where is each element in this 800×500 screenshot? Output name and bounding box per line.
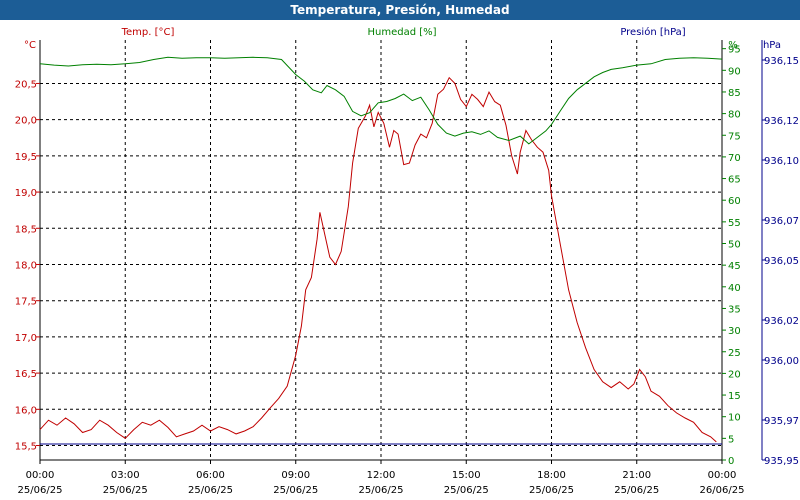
humidity-tick-label: 5 [728,434,734,445]
humidity-axis: 95908580757065605550454035302520151050 [722,45,741,467]
temp-tick-label: 20,5 [15,79,37,90]
humidity-tick-label: 30 [728,326,741,337]
temp-tick-label: 18,0 [15,260,37,271]
humidity-tick-label: 85 [728,88,741,99]
x-tick-time: 15:00 [452,470,481,481]
x-tick-time: 18:00 [537,470,566,481]
humidity-tick-label: 45 [728,261,741,272]
temp-tick-label: 16,0 [15,405,37,416]
temp-tick-label: 16,5 [15,369,37,380]
x-tick-time: 12:00 [367,470,396,481]
humidity-tick-label: 65 [728,175,741,186]
temp-tick-label: 18,5 [15,224,37,235]
humidity-tick-label: 20 [728,369,741,380]
x-tick-time: 03:00 [111,470,140,481]
legend-pressure: Presión [hPa] [620,26,685,38]
pressure-tick-label: 936,02 [764,316,799,327]
humidity-tick-label: 10 [728,413,741,424]
x-tick-date: 25/06/25 [103,485,148,496]
temp-tick-label: 19,5 [15,152,37,163]
pressure-tick-label: 936,12 [764,116,799,127]
x-tick-date: 26/06/25 [700,485,745,496]
x-tick-date: 25/06/25 [273,485,318,496]
temp-unit-label: °C [24,40,36,51]
temp-tick-label: 15,5 [15,442,37,453]
pressure-tick-label: 936,15 [764,56,799,67]
x-tick-time: 06:00 [196,470,225,481]
grid [40,40,722,460]
legend-temp: Temp. [°C] [121,27,175,38]
temp-tick-label: 19,0 [15,188,37,199]
x-tick-date: 25/06/25 [18,485,63,496]
temperature-line [39,76,717,443]
pressure-tick-label: 935,95 [764,456,799,467]
humidity-tick-label: 70 [728,153,741,164]
x-tick-time: 21:00 [622,470,651,481]
humidity-tick-label: 15 [728,391,741,402]
temp-tick-label: 17,0 [15,333,37,344]
pressure-axis: 936,15 936,12 936,10 936,07 936,05 936,02 936,… [762,56,799,467]
pressure-tick-label: 936,10 [764,156,799,167]
x-tick-time: 00:00 [26,470,55,481]
x-axis: 00:00 25/06/25 03:00 25/06/25 06:00 25/06/25 0… [18,460,745,496]
x-tick-time: 00:00 [708,470,737,481]
humidity-tick-label: 25 [728,348,741,359]
humidity-tick-label: 50 [728,240,741,251]
humidity-unit-label: % [728,40,738,51]
x-tick-date: 25/06/25 [614,485,659,496]
humidity-tick-label: 90 [728,66,741,77]
weather-chart: 20,5 20,0 19,5 19,0 18,5 18,0 17,5 17,0 16,5 16,0… [15,26,799,496]
pressure-tick-label: 936,05 [764,256,799,267]
window-title: Temperatura, Presión, Humedad [0,0,800,20]
temp-tick-label: 20,0 [15,116,37,127]
humidity-tick-label: 40 [728,283,741,294]
humidity-tick-label: 75 [728,131,741,142]
x-tick-date: 25/06/25 [444,485,489,496]
temp-tick-label: 17,5 [15,297,37,308]
x-tick-date: 25/06/25 [529,485,574,496]
humidity-tick-label: 60 [728,196,741,207]
humidity-tick-label: 80 [728,110,741,121]
temp-axis: 20,5 20,0 19,5 19,0 18,5 18,0 17,5 17,0 16,5 16,0… [15,79,40,453]
pressure-unit-label: hPa [763,40,781,51]
x-tick-time: 09:00 [281,470,310,481]
legend-humidity: Humedad [%] [367,27,436,38]
x-tick-date: 25/06/25 [359,485,404,496]
pressure-tick-label: 936,00 [764,356,799,367]
pressure-tick-label: 936,07 [764,216,799,227]
humidity-tick-label: 35 [728,304,741,315]
humidity-tick-label: 55 [728,218,741,229]
x-tick-date: 25/06/25 [188,485,233,496]
humidity-tick-label: 0 [728,456,734,467]
pressure-tick-label: 935,97 [764,416,799,427]
